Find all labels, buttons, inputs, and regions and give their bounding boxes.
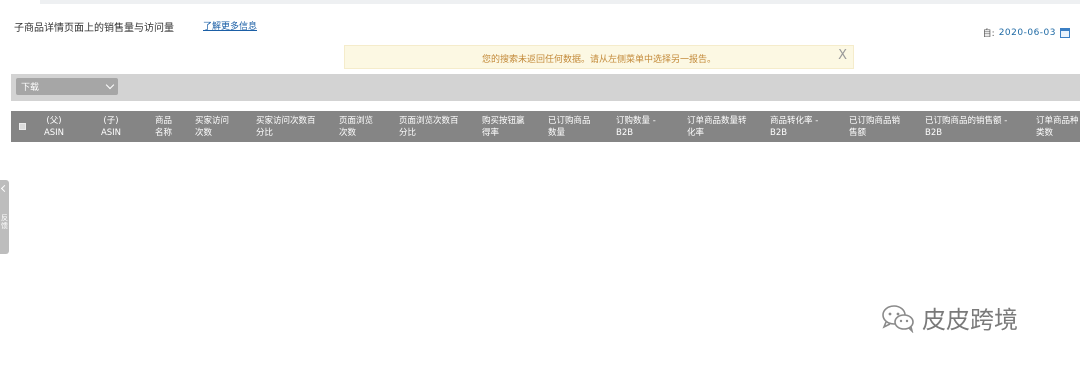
watermark: 皮皮跨境 [880, 300, 1018, 335]
top-border [40, 0, 1080, 4]
column-header-total-order-items[interactable]: 订单商品种 类数 [1036, 115, 1079, 139]
watermark-text: 皮皮跨境 [922, 306, 1018, 334]
alert-message: 您的搜索未返回任何数据。请从左侧菜单中选择另一报告。 [481, 55, 716, 65]
column-header-unit-session-percentage[interactable]: 订单商品数量转 化率 [687, 115, 747, 139]
calendar-icon[interactable] [1060, 27, 1070, 38]
table-toolbar: 下载 [11, 74, 1080, 101]
column-header-session-percentage[interactable]: 买家访问次数百 分比 [256, 115, 316, 139]
select-all-checkbox[interactable] [19, 123, 26, 130]
column-header-product-name[interactable]: 商品 名称 [155, 115, 172, 139]
date-value[interactable]: 2020-06-03 [999, 28, 1056, 38]
page-title: 子商品详情页面上的销售量与访问量 [14, 23, 174, 34]
wechat-icon [882, 304, 914, 333]
date-label: 自: [982, 29, 995, 39]
column-header-page-views-percentage[interactable]: 页面浏览次数百 分比 [399, 115, 459, 139]
chevron-left-icon [0, 184, 9, 193]
column-header-units-ordered[interactable]: 已订购商品 数量 [548, 115, 591, 139]
date-picker[interactable]: 自: 2020-06-03 [983, 26, 1070, 39]
learn-more-link[interactable]: 了解更多信息 [203, 19, 257, 32]
column-header-sessions[interactable]: 买家访问 次数 [195, 115, 229, 139]
download-label: 下载 [21, 83, 40, 93]
column-header-ordered-product-sales[interactable]: 已订购商品销 售额 [849, 115, 900, 139]
close-icon[interactable]: X [838, 48, 847, 63]
page-root: 子商品详情页面上的销售量与访问量 了解更多信息 自: 2020-06-03 您的… [0, 0, 1080, 366]
download-dropdown[interactable]: 下载 [16, 78, 118, 95]
feedback-side-tab[interactable]: 反馈 [0, 180, 9, 254]
column-header-buy-box-percentage[interactable]: 购买按钮赢 得率 [482, 115, 525, 139]
column-header-page-views[interactable]: 页面浏览 次数 [339, 115, 373, 139]
chevron-down-icon [105, 80, 115, 90]
no-data-alert: 您的搜索未返回任何数据。请从左侧菜单中选择另一报告。 X [344, 45, 854, 69]
column-header-child-asin[interactable]: (子) ASIN [98, 115, 124, 139]
column-header-parent-asin[interactable]: (父) ASIN [41, 115, 67, 139]
column-header-unit-session-percentage-b2b[interactable]: 商品转化率 - B2B [770, 115, 818, 139]
table-header-row: (父) ASIN (子) ASIN 商品 名称 买家访问 次数 买家访问次数百 分比 页面… [11, 111, 1080, 142]
column-header-ordered-product-sales-b2b[interactable]: 已订购商品的销售额 - B2B [925, 115, 1007, 139]
feedback-label: 反馈 [1, 214, 8, 230]
column-header-units-ordered-b2b[interactable]: 订购数量 - B2B [616, 115, 656, 139]
